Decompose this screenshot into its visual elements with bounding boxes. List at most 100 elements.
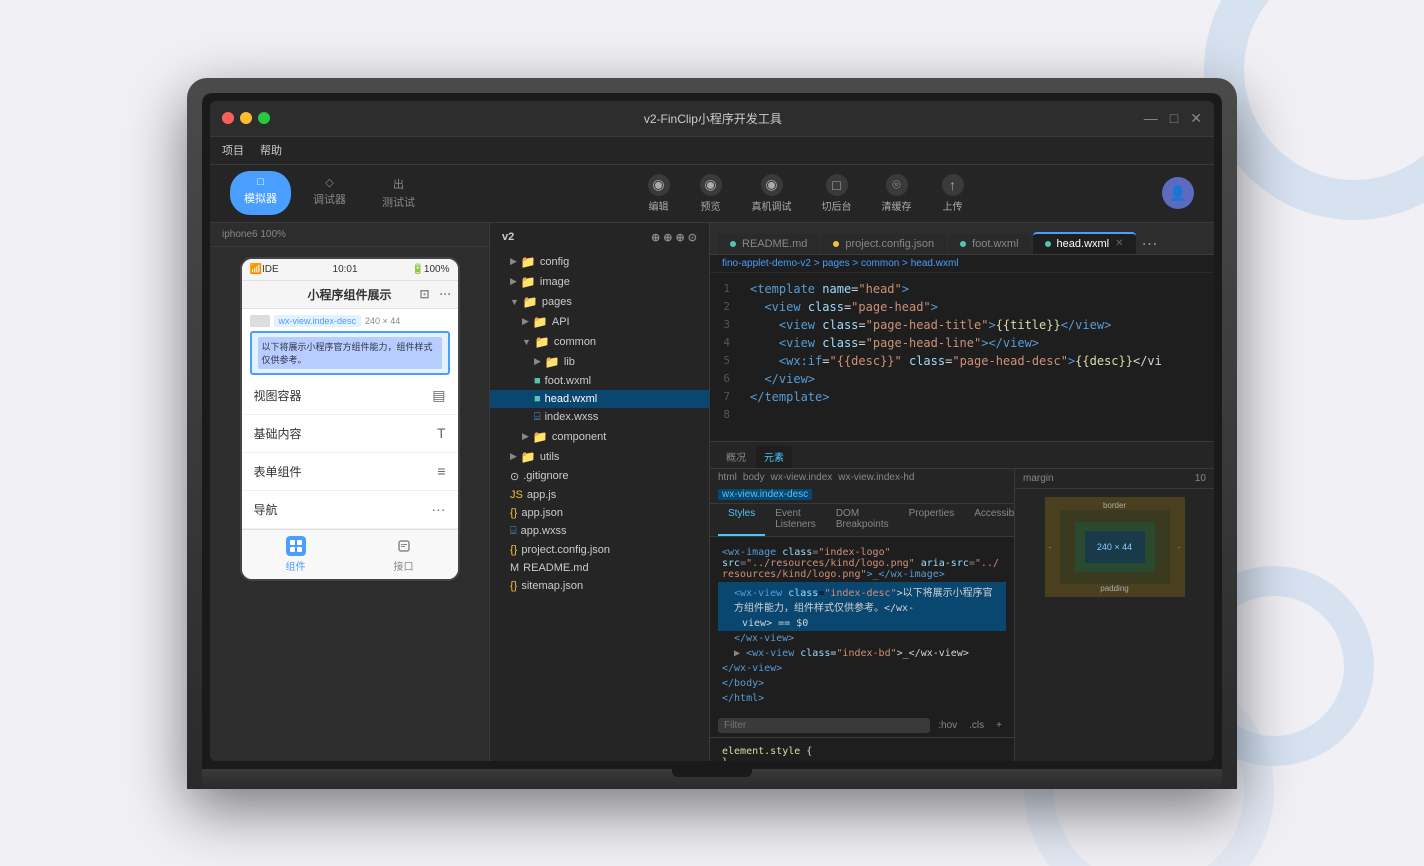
source-tab-overview-label: 概况 — [726, 453, 746, 464]
hover-filter-btn[interactable]: :hov — [934, 718, 961, 733]
devtools-tab-styles[interactable]: Styles — [718, 504, 765, 536]
basic-icon: T — [437, 425, 446, 441]
form-label: 表单组件 — [254, 463, 302, 480]
tab-foot-wxml[interactable]: foot.wxml — [948, 234, 1030, 254]
user-avatar[interactable]: 👤 — [1162, 177, 1194, 209]
margin-right: - — [1178, 542, 1181, 551]
tree-item-foot-wxml[interactable]: ■ foot.wxml — [490, 372, 709, 390]
tree-item-readme[interactable]: M README.md — [490, 559, 709, 577]
tab-readme[interactable]: README.md — [718, 234, 819, 254]
devtools-tab-dom-breakpoints[interactable]: DOM Breakpoints — [826, 504, 899, 536]
toolbar-right: 👤 — [1162, 177, 1194, 209]
tree-item-image[interactable]: ▶ 📁 image — [490, 272, 709, 292]
phone-bottom-nav: 组件 接口 — [242, 529, 458, 579]
elem-body[interactable]: body — [743, 472, 765, 483]
editor-tabs: README.md project.config.json foot.wxml — [710, 223, 1214, 255]
nav-api[interactable]: 接口 — [350, 536, 458, 573]
menu-item-form[interactable]: 表单组件 ≡ — [242, 453, 458, 491]
tree-item-label: config — [540, 256, 569, 268]
window-controls — [222, 112, 270, 124]
tree-item-config[interactable]: ▶ 📁 config — [490, 252, 709, 272]
html-collapse[interactable]: ▶ — [734, 648, 740, 659]
devtools-tab-accessibility[interactable]: Accessibility — [964, 504, 1014, 536]
action-edit[interactable]: ◉ 编辑 — [648, 174, 670, 213]
action-cut-backend[interactable]: □ 切后台 — [822, 174, 852, 213]
elem-html[interactable]: html — [718, 472, 737, 483]
tree-item-sitemap[interactable]: {} sitemap.json — [490, 577, 709, 595]
arrow-icon: ▶ — [510, 451, 517, 462]
minimize-button[interactable] — [240, 112, 252, 124]
elem-wxview-indexhd[interactable]: wx-view.index-hd — [838, 472, 914, 483]
phone-expand-icon[interactable]: ⊡ — [419, 287, 429, 301]
menu-help[interactable]: 帮助 — [260, 142, 282, 158]
element-label: wx-view.index-desc — [274, 315, 362, 327]
tree-item-label: app.json — [521, 507, 563, 519]
source-tab-overview[interactable]: 概况 — [718, 446, 754, 468]
devtools-tab-event-listeners[interactable]: Event Listeners — [765, 504, 826, 536]
tree-item-utils[interactable]: ▶ 📁 utils — [490, 447, 709, 467]
close-icon[interactable]: ✕ — [1190, 110, 1202, 127]
box-content: 240 × 44 — [1085, 531, 1145, 563]
add-filter-btn[interactable]: + — [992, 718, 1006, 733]
action-clear-cache[interactable]: ⌾ 清缓存 — [882, 174, 912, 213]
tree-item-pages[interactable]: ▼ 📁 pages — [490, 292, 709, 312]
html-source-panel: html body wx-view.index wx-view.index-hd… — [710, 469, 1014, 761]
close-button[interactable] — [222, 112, 234, 124]
tab-simulator[interactable]: □ 模拟器 — [230, 171, 291, 215]
simulator-header: iphone6 100% — [210, 223, 489, 247]
html-line-7: </html> — [718, 691, 1006, 706]
menu-project[interactable]: 项目 — [222, 142, 244, 158]
elem-wxview-index[interactable]: wx-view.index — [771, 472, 833, 483]
elem-wxview-indexdesc[interactable]: wx-view.index-desc — [718, 489, 812, 500]
styles-filter-input[interactable] — [718, 718, 930, 733]
more-tabs-icon[interactable]: ⋯ — [1142, 234, 1158, 254]
app-title: v2-FinClip小程序开发工具 — [282, 110, 1144, 127]
nav-components[interactable]: 组件 — [242, 536, 350, 573]
readme-file-icon — [730, 241, 736, 247]
title-bar-right: — □ ✕ — [1144, 110, 1202, 127]
code-line-3: 3 <view class="page-head-title">{{title}… — [710, 317, 1214, 335]
tree-item-label: README.md — [523, 562, 588, 574]
tree-item-app-json[interactable]: {} app.json — [490, 504, 709, 522]
minimize-icon[interactable]: — — [1144, 110, 1158, 127]
tree-item-app-js[interactable]: JS app.js — [490, 486, 709, 504]
tab-head-wxml[interactable]: head.wxml ✕ — [1033, 232, 1136, 254]
tree-item-app-wxss[interactable]: ⌸ app.wxss — [490, 522, 709, 541]
maximize-button[interactable] — [258, 112, 270, 124]
phone-more-icon[interactable]: ··· — [440, 287, 452, 301]
tree-item-api[interactable]: ▶ 📁 API — [490, 312, 709, 332]
html-content-2: >_</wx-view> — [897, 648, 969, 659]
tree-item-project-config[interactable]: {} project.config.json — [490, 541, 709, 559]
code-line-2: 2 <view class="page-head"> — [710, 299, 1214, 317]
tab-project-config[interactable]: project.config.json — [821, 234, 946, 254]
tree-item-label: sitemap.json — [521, 580, 583, 592]
tree-item-component[interactable]: ▶ 📁 component — [490, 427, 709, 447]
tree-item-common[interactable]: ▼ 📁 common — [490, 332, 709, 352]
basic-label: 基础内容 — [254, 425, 302, 442]
devtools-tab-properties[interactable]: Properties — [899, 504, 965, 536]
tree-item-lib[interactable]: ▶ 📁 lib — [490, 352, 709, 372]
source-tab-elements[interactable]: 元素 — [756, 446, 792, 468]
tab-close-icon[interactable]: ✕ — [1115, 238, 1123, 249]
action-cut-backend-label: 切后台 — [822, 198, 852, 213]
tree-item-index-wxss[interactable]: ⌸ index.wxss — [490, 408, 709, 427]
laptop-base — [202, 769, 1222, 789]
menu-item-nav[interactable]: 导航 ··· — [242, 491, 458, 529]
menu-item-viewcontainer[interactable]: 视图容器 ▤ — [242, 377, 458, 415]
line-number: 4 — [710, 336, 742, 352]
code-editor[interactable]: 1 <template name="head"> 2 <view class="… — [710, 273, 1214, 441]
action-real-machine[interactable]: ◉ 真机调试 — [752, 174, 792, 213]
padding-bottom-label: padding — [1100, 584, 1128, 593]
arrow-icon: ▶ — [510, 256, 517, 267]
menu-item-basic[interactable]: 基础内容 T — [242, 415, 458, 453]
tab-debugger[interactable]: ◇ 调试器 — [299, 171, 360, 215]
tab-test[interactable]: 出 测试试 — [368, 171, 429, 215]
wxml-active-tab-icon — [1045, 241, 1051, 247]
action-upload[interactable]: ↑ 上传 — [942, 174, 964, 213]
tree-item-head-wxml[interactable]: ■ head.wxml — [490, 390, 709, 408]
html-attr: class — [800, 648, 830, 659]
cls-filter-btn[interactable]: .cls — [965, 718, 988, 733]
tree-item-gitignore[interactable]: ⊙ .gitignore — [490, 467, 709, 486]
restore-icon[interactable]: □ — [1170, 110, 1178, 127]
action-preview[interactable]: ◉ 预览 — [700, 174, 722, 213]
